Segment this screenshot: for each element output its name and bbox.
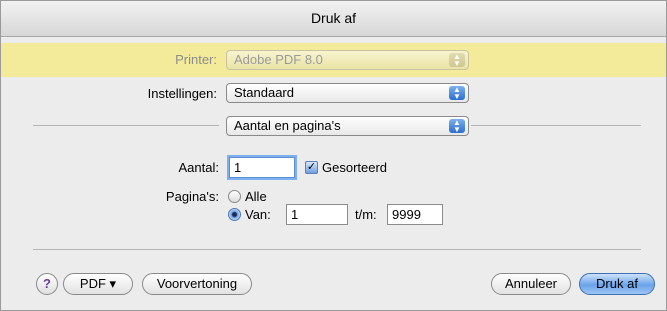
help-button[interactable]: ? <box>36 273 58 295</box>
separator-right <box>471 125 641 126</box>
collated-label: Gesorteerd <box>322 160 388 175</box>
up-down-arrows-icon: ▲ ▼ <box>449 86 465 101</box>
window-title: Druk af <box>1 1 666 37</box>
question-mark-icon: ? <box>43 276 51 291</box>
up-down-arrows-icon: ▲ ▼ <box>449 53 465 68</box>
presets-label: Instellingen: <box>147 86 217 101</box>
printer-popup-value: Adobe PDF 8.0 <box>234 52 323 67</box>
pages-label: Pagina's: <box>165 189 219 204</box>
pages-to-input[interactable]: 9999 <box>387 204 443 225</box>
pdf-menu-button[interactable]: PDF ▾ <box>63 273 133 295</box>
pages-all-label: Alle <box>245 189 267 204</box>
checkmark-icon: ✓ <box>306 161 317 173</box>
pages-from-input[interactable]: 1 <box>286 204 348 225</box>
collated-checkbox[interactable]: ✓ <box>305 161 318 174</box>
footer-separator <box>33 249 641 250</box>
printer-popup[interactable]: Adobe PDF 8.0 ▲ ▼ <box>226 50 469 70</box>
print-button[interactable]: Druk af <box>579 273 655 295</box>
separator-left <box>33 125 219 126</box>
pages-to-label: t/m: <box>355 207 377 222</box>
preview-button[interactable]: Voorvertoning <box>142 273 252 295</box>
pages-from-radio[interactable] <box>228 208 241 221</box>
print-dialog: Druk af Printer: Adobe PDF 8.0 ▲ ▼ Instel… <box>0 0 667 311</box>
pages-from-label: Van: <box>245 207 271 222</box>
presets-popup[interactable]: Standaard ▲ ▼ <box>226 83 469 103</box>
up-down-arrows-icon: ▲ ▼ <box>449 119 465 134</box>
printer-label: Printer: <box>175 52 217 67</box>
presets-popup-value: Standaard <box>234 85 294 100</box>
panel-popup[interactable]: Aantal en pagina's ▲ ▼ <box>226 116 469 136</box>
panel-popup-value: Aantal en pagina's <box>234 118 341 133</box>
copies-label: Aantal: <box>178 160 219 175</box>
copies-input[interactable]: 1 <box>229 157 295 178</box>
pages-all-radio[interactable] <box>228 190 241 203</box>
cancel-button[interactable]: Annuleer <box>491 273 571 295</box>
